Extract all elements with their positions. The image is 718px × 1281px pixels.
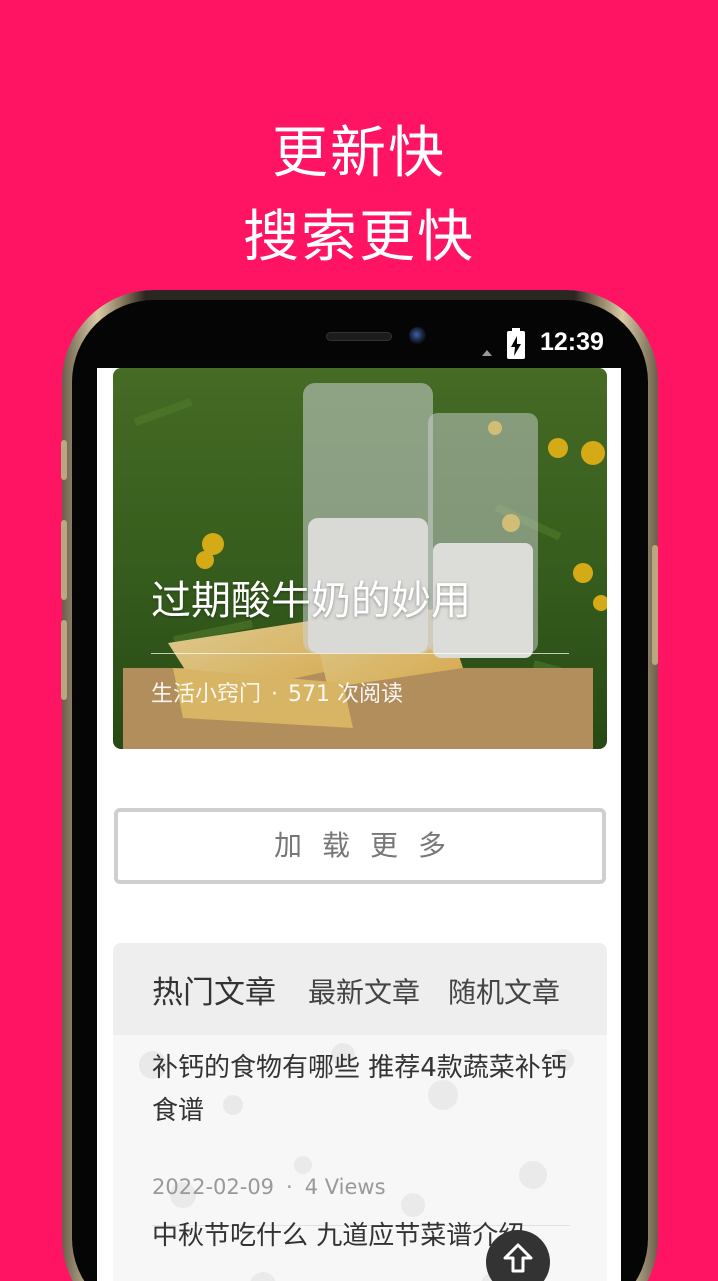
tab-hot-articles[interactable]: 热门文章 [152, 967, 276, 1012]
phone-speaker [326, 332, 392, 341]
article-item-views: 4 Views [304, 1175, 386, 1199]
article-item-title[interactable]: 补钙的食物有哪些 推荐4款蔬菜补钙食谱 [152, 1047, 572, 1133]
article-item-date: 2022-02-09 [152, 1175, 275, 1199]
tab-latest-articles[interactable]: 最新文章 [308, 971, 420, 1011]
articles-panel: 热门文章 最新文章 随机文章 补钙的食物有哪些 推荐4款蔬菜补钙食谱 2022-… [113, 943, 607, 1281]
article-tabs: 热门文章 最新文章 随机文章 [113, 943, 607, 1035]
signal-icon [482, 350, 492, 356]
promo-headline-line2: 搜索更快 [243, 205, 475, 270]
featured-article-card[interactable]: 过期酸牛奶的妙用 生活小窍门 · 571 次阅读 [113, 368, 607, 749]
featured-article-category[interactable]: 生活小窍门 [151, 682, 261, 707]
phone-side-button [61, 440, 67, 480]
status-time: 12:39 [540, 328, 604, 356]
front-camera [409, 327, 426, 344]
phone-power-button [652, 545, 658, 665]
featured-article-meta: 生活小窍门 · 571 次阅读 [151, 676, 403, 708]
battery-charging-icon [507, 328, 525, 359]
article-item-meta: 2022-02-09 · 4 Views [152, 1175, 386, 1199]
phone-side-button [61, 620, 67, 700]
arrow-up-icon [503, 1243, 533, 1273]
featured-article-title[interactable]: 过期酸牛奶的妙用 [151, 568, 471, 626]
featured-article-divider [151, 653, 569, 654]
tab-random-articles[interactable]: 随机文章 [448, 971, 560, 1011]
load-more-button[interactable]: 加载更多 [114, 808, 606, 884]
meta-separator: · [286, 1175, 293, 1199]
phone-side-button [61, 520, 67, 600]
app-screen: 过期酸牛奶的妙用 生活小窍门 · 571 次阅读 加载更多 热门文章 最新文章 随机… [97, 368, 621, 1281]
featured-article-reads: 571 次阅读 [288, 682, 404, 707]
promo-headline-line1: 更新快 [272, 121, 446, 186]
meta-separator: · [271, 682, 279, 707]
